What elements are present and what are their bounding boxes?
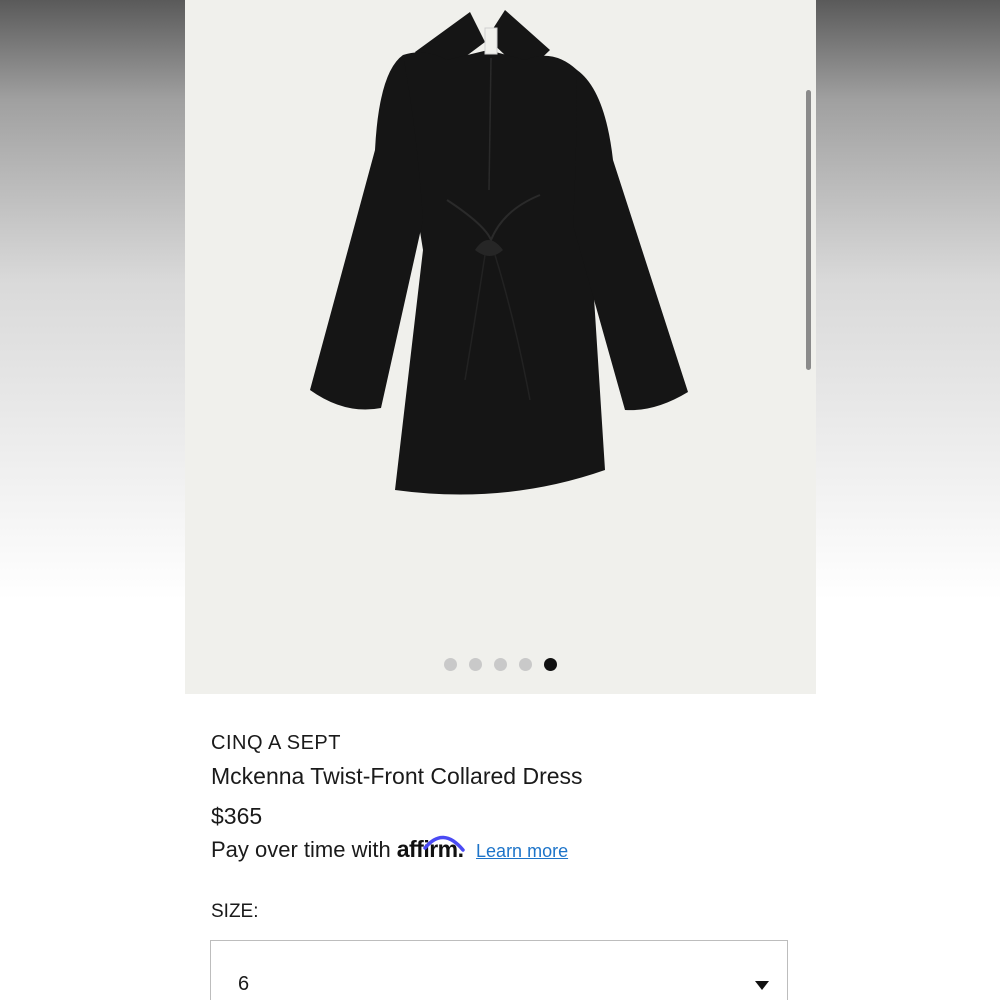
product-page: CINQ A SEPT Mckenna Twist-Front Collared… [185,0,816,1000]
affirm-logo: affirm [397,835,465,863]
size-selected-value: 6 [238,973,250,995]
financing-text: Pay over time with [211,837,391,862]
pagination-dot-5-active[interactable] [544,657,557,671]
learn-more-link[interactable]: Learn more [476,841,568,862]
pagination-dot-3[interactable] [494,657,507,671]
pagination-dot-1[interactable] [444,657,457,671]
left-background [0,0,185,1000]
right-background [816,0,1000,1000]
affirm-arc-icon [422,835,465,852]
affirm-financing: Pay over time with affirm . Learn more [211,835,568,863]
product-title: Mckenna Twist-Front Collared Dress [211,763,583,789]
product-brand[interactable]: CINQ A SEPT [211,732,341,755]
size-dropdown[interactable]: 6 [210,940,788,1000]
product-image [310,10,688,495]
product-price: $365 [211,803,263,829]
gallery-pagination [185,656,816,672]
pagination-dot-4[interactable] [519,657,532,671]
pagination-dot-2[interactable] [469,657,482,671]
chevron-down-icon [755,981,769,990]
size-label: SIZE: [211,901,259,922]
product-image-gallery[interactable] [185,0,816,694]
gallery-scrollbar[interactable] [806,90,811,370]
